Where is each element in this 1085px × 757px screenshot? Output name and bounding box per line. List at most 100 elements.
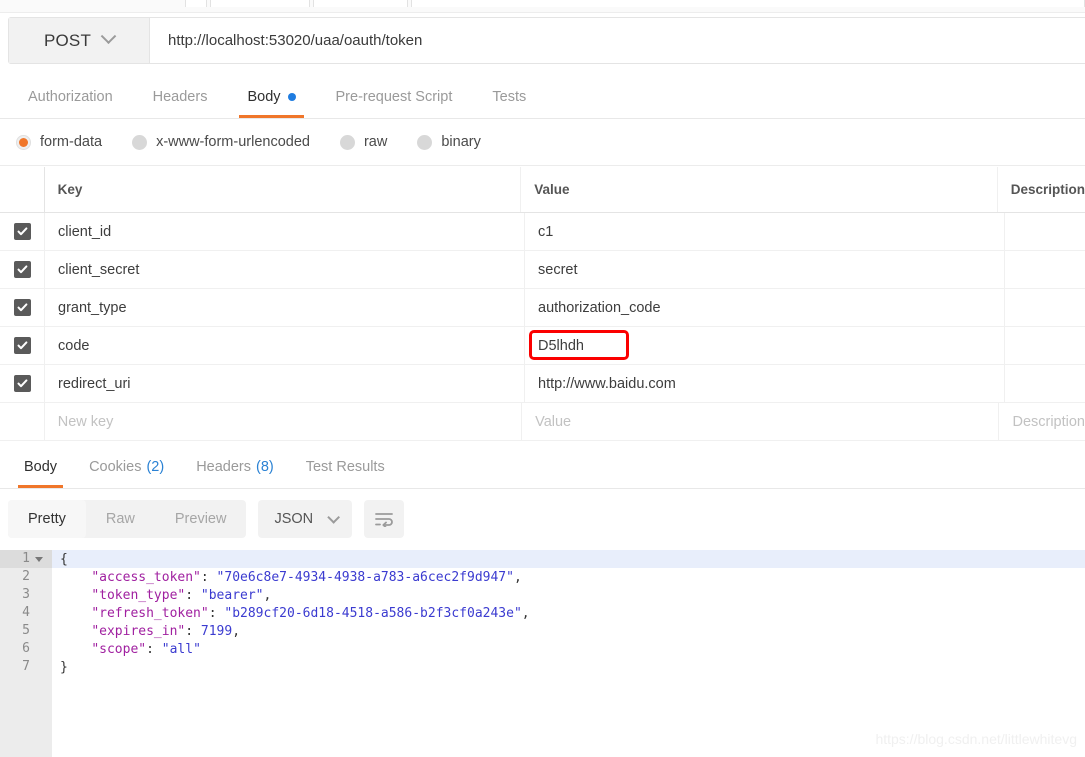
table-header-row: Key Value Description (0, 167, 1085, 213)
http-method-label: POST (43, 30, 92, 50)
response-format-dropdown[interactable]: JSON (258, 500, 353, 538)
radio-binary[interactable]: binary (417, 134, 481, 150)
code-line-6: "scope": "all" (91, 642, 201, 657)
response-tabs: Body Cookies (2) Headers (8) Test Result… (0, 446, 1085, 489)
checkbox-checked-icon[interactable] (13, 261, 31, 278)
word-wrap-toggle-button[interactable] (364, 500, 405, 538)
header-value: Value (521, 167, 998, 212)
new-key-input[interactable]: New key (45, 403, 523, 440)
row-value-cell-code[interactable]: D5lhdh (525, 327, 1005, 364)
editor-gutter: 1 2 3 4 5 6 7 (0, 550, 52, 757)
row-value-text: c1 (538, 223, 554, 240)
refresh-token-value: "b289cf20-6d18-4518-a586-b2f3cf0a243e" (224, 606, 522, 621)
url-input[interactable]: http://localhost:53020/uaa/oauth/token (150, 18, 1085, 63)
form-data-table: Key Value Description client_id c1 clien… (0, 167, 1085, 441)
request-tabs: Authorization Headers Body Pre-request S… (0, 76, 1085, 119)
code-line-2: "access_token": "70e6c8e7-4934-4938-a783… (91, 570, 522, 585)
line-number: 5 (22, 623, 30, 638)
chevron-down-icon (100, 28, 117, 45)
response-tab-body-label: Body (24, 459, 58, 475)
tab-headers-label: Headers (152, 89, 208, 105)
row-checkbox-cell (0, 289, 45, 326)
row-value-cell[interactable]: http://www.baidu.com (525, 365, 1005, 402)
row-description-cell[interactable] (1005, 289, 1085, 326)
table-row: code D5lhdh (0, 327, 1085, 365)
row-checkbox-cell (0, 213, 45, 250)
http-method-dropdown[interactable]: POST (9, 18, 150, 63)
new-description-input[interactable]: Description (999, 403, 1085, 440)
header-description: Description (1010, 182, 1085, 197)
response-tab-headers-label: Headers (196, 459, 251, 475)
radio-unselected-icon (132, 134, 148, 150)
row-key-text: code (58, 337, 90, 354)
checkbox-checked-icon[interactable] (13, 299, 31, 316)
table-row: client_id c1 (0, 213, 1085, 251)
row-checkbox-cell (0, 365, 45, 402)
tab-authorization[interactable]: Authorization (8, 76, 133, 118)
tab-pre-request-script[interactable]: Pre-request Script (316, 76, 473, 118)
checkbox-checked-icon[interactable] (13, 375, 31, 392)
toolbar-button-4[interactable] (411, 0, 1085, 7)
code-line-1: { (60, 552, 68, 567)
checkbox-checked-icon[interactable] (13, 337, 31, 354)
table-new-row: New key Value Description (0, 403, 1085, 441)
watermark: https://blog.csdn.net/littlewhitevg (875, 731, 1077, 747)
row-key-text: client_id (58, 223, 112, 240)
response-tab-cookies[interactable]: Cookies (2) (73, 446, 180, 488)
line-number: 1 (22, 551, 30, 566)
view-mode-raw[interactable]: Raw (86, 500, 155, 538)
checkbox-checked-icon[interactable] (13, 223, 31, 240)
row-key-cell[interactable]: grant_type (45, 289, 525, 326)
radio-unselected-icon (339, 134, 355, 150)
editor-code-area[interactable]: { "access_token": "70e6c8e7-4934-4938-a7… (52, 550, 1085, 757)
token-type-value: "bearer" (200, 588, 264, 603)
code-line-3: "token_type": "bearer", (91, 588, 272, 603)
response-tab-test-results[interactable]: Test Results (290, 446, 401, 488)
row-value-cell[interactable]: secret (525, 251, 1005, 288)
line-number: 7 (22, 659, 30, 674)
response-tab-body[interactable]: Body (8, 446, 73, 488)
radio-x-www-form-urlencoded[interactable]: x-www-form-urlencoded (132, 134, 310, 150)
line-number: 3 (22, 587, 30, 602)
radio-raw[interactable]: raw (339, 134, 387, 150)
row-key-cell[interactable]: client_id (45, 213, 525, 250)
tab-body-label: Body (247, 89, 281, 105)
row-description-cell[interactable] (1005, 213, 1085, 250)
code-line-4: "refresh_token": "b289cf20-6d18-4518-a58… (91, 606, 530, 621)
toolbar-button-1[interactable] (185, 0, 207, 7)
chevron-down-icon (327, 510, 341, 524)
toolbar-button-3[interactable] (313, 0, 408, 7)
tab-pre-request-script-label: Pre-request Script (335, 89, 453, 105)
line-number: 6 (22, 641, 30, 656)
expires-in-value: 7199 (200, 624, 233, 639)
row-value-cell[interactable]: authorization_code (525, 289, 1005, 326)
row-value-cell[interactable]: c1 (525, 213, 1005, 250)
table-row: redirect_uri http://www.baidu.com (0, 365, 1085, 403)
top-toolbar-strip (0, 0, 1085, 13)
view-mode-preview[interactable]: Preview (155, 500, 247, 538)
row-key-cell[interactable]: redirect_uri (45, 365, 525, 402)
tab-tests-label: Tests (492, 89, 527, 105)
response-body-editor: 1 2 3 4 5 6 7 { "access_token": "70e6c8e… (0, 550, 1085, 757)
view-mode-pretty[interactable]: Pretty (8, 500, 86, 538)
tab-tests[interactable]: Tests (472, 76, 546, 118)
radio-form-data-label: form-data (40, 134, 103, 150)
table-row: grant_type authorization_code (0, 289, 1085, 327)
row-key-cell[interactable]: code (45, 327, 525, 364)
toolbar-button-2[interactable] (210, 0, 310, 7)
row-key-text: redirect_uri (58, 375, 131, 392)
radio-form-data[interactable]: form-data (16, 134, 102, 150)
row-key-cell[interactable]: client_secret (45, 251, 525, 288)
fold-triangle-icon[interactable] (35, 557, 43, 562)
row-key-text: client_secret (58, 261, 140, 278)
new-description-placeholder: Description (1012, 413, 1085, 430)
row-description-cell[interactable] (1005, 251, 1085, 288)
new-value-input[interactable]: Value (522, 403, 1000, 440)
response-tab-headers[interactable]: Headers (8) (180, 446, 290, 488)
tab-headers[interactable]: Headers (133, 76, 228, 118)
row-value-text: D5lhdh (538, 337, 584, 354)
row-description-cell[interactable] (1005, 327, 1085, 364)
response-tab-cookies-label: Cookies (89, 459, 142, 475)
row-description-cell[interactable] (1005, 365, 1085, 402)
tab-body[interactable]: Body (227, 76, 315, 118)
